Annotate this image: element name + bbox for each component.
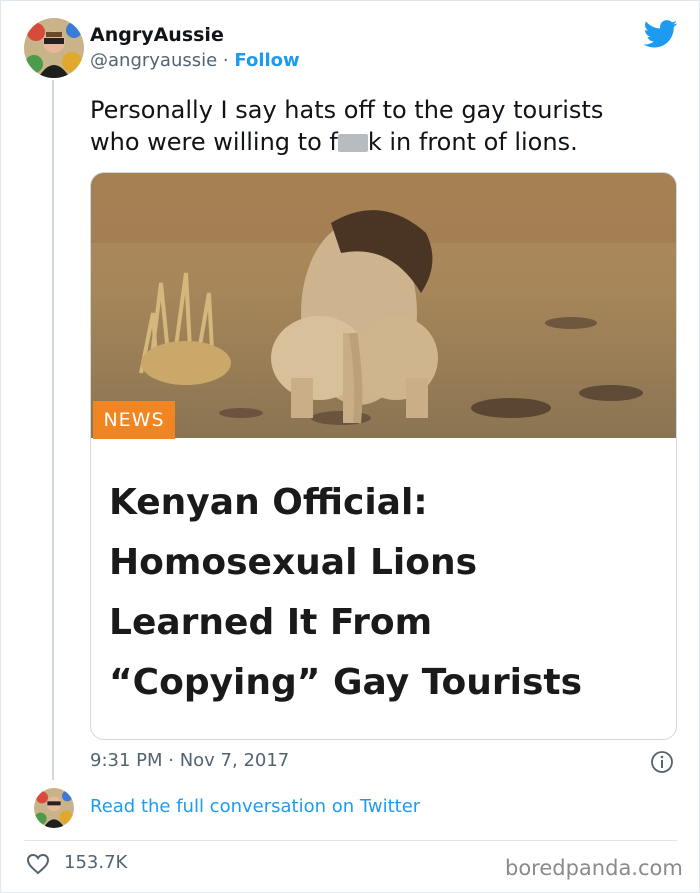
author-handle[interactable]: @angryaussie xyxy=(90,50,217,71)
censor-blur xyxy=(337,134,368,152)
tweet-text-part2: k in front of lions. xyxy=(367,128,578,156)
separator-dot: · xyxy=(222,50,229,71)
handle-row: @angryaussie · Follow xyxy=(90,50,300,71)
thread-line xyxy=(52,80,54,780)
author-name[interactable]: AngryAussie xyxy=(90,24,224,46)
headline-line: “Copying” Gay Tourists xyxy=(109,662,583,703)
info-icon[interactable] xyxy=(650,750,674,778)
like-count[interactable]: 153.7K xyxy=(64,852,127,873)
news-badge: NEWS xyxy=(93,401,175,439)
twitter-bird-icon[interactable] xyxy=(643,20,678,52)
heart-icon[interactable] xyxy=(26,853,50,879)
watermark: boredpanda.com xyxy=(505,856,683,880)
read-conversation-link[interactable]: Read the full conversation on Twitter xyxy=(90,796,420,817)
divider xyxy=(24,840,677,841)
headline-line: Learned It From xyxy=(109,602,433,643)
card-headline: Kenyan Official: Homosexual Lions Learne… xyxy=(109,473,659,713)
tweet-text: Personally I say hats off to the gay tou… xyxy=(90,94,660,158)
headline-line: Kenyan Official: xyxy=(109,482,428,523)
card-photo xyxy=(91,173,676,438)
headline-line: Homosexual Lions xyxy=(109,542,478,583)
tweet-timestamp[interactable]: 9:31 PM · Nov 7, 2017 xyxy=(90,750,289,771)
follow-button[interactable]: Follow xyxy=(234,50,299,71)
link-card[interactable]: NEWS Kenyan Official: Homosexual Lions L… xyxy=(90,172,677,740)
avatar[interactable] xyxy=(24,18,84,78)
avatar[interactable] xyxy=(34,788,74,828)
